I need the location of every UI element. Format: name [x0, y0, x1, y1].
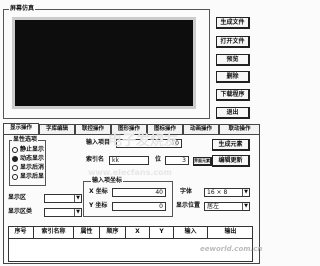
- radio-indicator-selected: [12, 155, 18, 162]
- column-header-x: X: [126, 226, 150, 238]
- display-position-value: 居左: [207, 203, 220, 210]
- tab-icon-ops[interactable]: 图标操作: [147, 124, 183, 134]
- delete-button[interactable]: 删除: [216, 71, 250, 83]
- tab-font-edit[interactable]: 字库编辑: [39, 124, 75, 134]
- open-file-button[interactable]: 打开文件: [216, 36, 250, 48]
- radio-dynamic-display[interactable]: 动态显示: [12, 155, 44, 163]
- generate-element-button[interactable]: 生成元素: [212, 139, 250, 151]
- radio-static-display[interactable]: 静止显示: [12, 146, 44, 154]
- radio-label: 显示后消: [20, 164, 45, 171]
- chevron-down-icon[interactable]: ▼: [74, 209, 81, 216]
- column-header-order: 顺序: [100, 226, 126, 238]
- tab-animation-ops[interactable]: 动画操作: [183, 124, 219, 134]
- display-position-label: 显示位置: [176, 202, 201, 209]
- display-options-title: 显性选项: [12, 136, 39, 143]
- tab-graphic-ops[interactable]: 图形操作: [111, 124, 147, 134]
- radio-indicator: [12, 146, 18, 153]
- column-header-index-name: 索引名称: [34, 226, 74, 238]
- display-area-type-select[interactable]: ▼: [44, 208, 82, 217]
- display-area-label: 显示区: [8, 194, 27, 201]
- exit-button[interactable]: 退出: [216, 107, 250, 119]
- font-value: 16 × 8: [207, 189, 228, 196]
- font-label: 字体: [180, 188, 193, 195]
- input-items-label: 输入项目: [86, 139, 111, 146]
- radio-display-then-clear[interactable]: 显示后消: [12, 164, 44, 172]
- index-name-label: 索引名: [86, 156, 105, 163]
- digits-field[interactable]: 3: [165, 156, 189, 165]
- display-area-type-label: 显示区类: [8, 208, 33, 215]
- radio-indicator: [12, 173, 18, 180]
- column-header-attribute: 属性: [74, 226, 100, 238]
- x-coordinate-label: X 坐标: [89, 188, 108, 195]
- chevron-down-icon[interactable]: ▼: [242, 189, 249, 196]
- column-header-input: 输入: [174, 226, 208, 238]
- index-name-field[interactable]: kk: [109, 156, 149, 165]
- coordinate-group-title: 输入项坐标: [91, 177, 124, 184]
- display-position-select[interactable]: 居左 ▼: [204, 202, 250, 211]
- radio-label: 静止显示: [20, 146, 45, 153]
- y-coordinate-label: Y 坐标: [89, 202, 108, 209]
- radio-label: 动态显示: [20, 155, 45, 162]
- tab-display-ops[interactable]: 显示操作: [3, 123, 39, 134]
- column-header-index: 序号: [8, 226, 34, 238]
- preview-button[interactable]: 预览: [216, 54, 250, 66]
- radio-indicator: [12, 164, 18, 171]
- table-header-divider: [8, 238, 253, 239]
- tab-link-ops[interactable]: 联动操作: [219, 124, 260, 134]
- tab-linkage-ops[interactable]: 联控操作: [75, 124, 111, 134]
- chevron-down-icon[interactable]: ▼: [242, 203, 249, 210]
- generate-file-button[interactable]: 生成文件: [216, 17, 250, 29]
- x-coordinate-field[interactable]: 40: [112, 188, 166, 197]
- coordinate-group: [83, 181, 173, 217]
- input-items-field[interactable]: 10: [116, 139, 182, 148]
- download-program-button[interactable]: 下载程序: [216, 89, 250, 101]
- ui-element-button[interactable]: 界面元素: [193, 157, 212, 166]
- y-coordinate-field[interactable]: 0: [112, 202, 166, 211]
- screen-preview-title: 屏幕仿真: [9, 5, 36, 12]
- radio-display-then-show[interactable]: 显示后显: [12, 173, 44, 181]
- radio-label: 显示后显: [20, 173, 45, 180]
- screen-preview-display: [12, 17, 196, 109]
- chevron-down-icon[interactable]: ▼: [74, 195, 81, 202]
- display-area-select[interactable]: ▼: [44, 194, 82, 203]
- digits-label: 位: [155, 156, 162, 163]
- font-select[interactable]: 16 × 8 ▼: [204, 188, 250, 197]
- column-header-y: Y: [150, 226, 174, 238]
- edit-update-button[interactable]: 编辑更新: [212, 155, 250, 167]
- column-header-output: 输出: [224, 228, 237, 235]
